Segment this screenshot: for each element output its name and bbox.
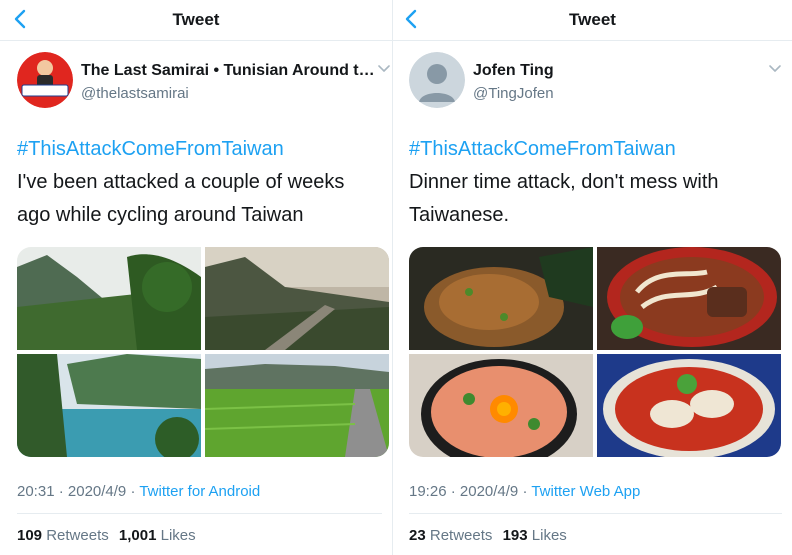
hashtag-link[interactable]: #ThisAttackComeFromTaiwan bbox=[409, 133, 779, 166]
meta-separator: · bbox=[446, 483, 460, 500]
photo-grid bbox=[409, 247, 781, 457]
photo-rice-paddies[interactable] bbox=[205, 354, 389, 457]
chevron-down-icon[interactable] bbox=[767, 62, 783, 74]
photo-grid bbox=[17, 247, 389, 457]
avatar[interactable] bbox=[17, 52, 73, 108]
likes-count-link[interactable]: 1,001 Likes bbox=[119, 527, 196, 544]
photo-mountain-sunset[interactable] bbox=[205, 247, 389, 350]
tweet-time[interactable]: 19:26 bbox=[409, 483, 447, 500]
photo-beef-noodle-soup[interactable] bbox=[597, 247, 781, 350]
tweet-text-block: #ThisAttackComeFromTaiwan Dinner time at… bbox=[409, 133, 779, 232]
likes-label: Likes bbox=[160, 527, 196, 544]
author-name[interactable]: The Last Samirai • Tunisian Around th... bbox=[81, 61, 377, 81]
retweets-count-link[interactable]: 109 Retweets bbox=[17, 527, 109, 544]
tweet-source-link[interactable]: Twitter Web App bbox=[531, 483, 640, 500]
divider bbox=[17, 513, 382, 514]
tweet-text: I've been attacked a couple of weeks ago… bbox=[17, 171, 345, 226]
divider bbox=[409, 513, 782, 514]
author-handle[interactable]: @thelastsamirai bbox=[81, 84, 378, 103]
tweet-text: Dinner time attack, don't mess with Taiw… bbox=[409, 171, 719, 226]
author-handle[interactable]: @TingJofen bbox=[473, 84, 778, 103]
page-title: Tweet bbox=[172, 10, 220, 29]
top-bar: Tweet bbox=[0, 0, 392, 41]
tweet-date[interactable]: 2020/4/9 bbox=[460, 483, 518, 500]
retweets-label: Retweets bbox=[46, 527, 109, 544]
meta-separator: · bbox=[54, 483, 68, 500]
default-avatar-icon[interactable] bbox=[409, 52, 465, 108]
retweets-count-link[interactable]: 23 Retweets bbox=[409, 527, 492, 544]
retweets-label: Retweets bbox=[429, 527, 493, 544]
photo-grilled-pork[interactable] bbox=[409, 247, 593, 350]
likes-label: Likes bbox=[531, 527, 567, 544]
hashtag-link[interactable]: #ThisAttackComeFromTaiwan bbox=[17, 133, 382, 166]
top-bar: Tweet bbox=[393, 0, 792, 41]
likes-count-link[interactable]: 193 Likes bbox=[503, 527, 567, 544]
author-block: Jofen Ting @TingJofen bbox=[473, 61, 778, 103]
meta-separator: · bbox=[518, 483, 532, 500]
retweets-count: 109 bbox=[17, 527, 43, 544]
photo-turquoise-bay[interactable] bbox=[17, 354, 201, 457]
tweet-time[interactable]: 20:31 bbox=[17, 483, 55, 500]
tweet-meta: 19:26 · 2020/4/9 · Twitter Web App bbox=[409, 483, 640, 500]
tweet-text-block: #ThisAttackComeFromTaiwan I've been atta… bbox=[17, 133, 382, 232]
photo-spicy-dumplings[interactable] bbox=[597, 354, 781, 457]
chevron-down-icon[interactable] bbox=[376, 62, 392, 74]
author-block: The Last Samirai • Tunisian Around th...… bbox=[81, 61, 378, 103]
tweet-stats: 23 Retweets 193 Likes bbox=[409, 527, 573, 544]
tweet-source-link[interactable]: Twitter for Android bbox=[139, 483, 260, 500]
tweet-date[interactable]: 2020/4/9 bbox=[68, 483, 126, 500]
likes-count: 1,001 bbox=[118, 527, 157, 544]
author-name[interactable]: Jofen Ting bbox=[473, 61, 769, 81]
tweet-meta: 20:31 · 2020/4/9 · Twitter for Android bbox=[17, 483, 260, 500]
photo-salmon-bowl[interactable] bbox=[409, 354, 593, 457]
meta-separator: · bbox=[126, 483, 140, 500]
photo-coastal-cliffs[interactable] bbox=[17, 247, 201, 350]
tweet-pane-right: Tweet Jofen Ting @TingJofen #ThisAttackC… bbox=[392, 0, 792, 555]
tweet-stats: 109 Retweets 1,001 Likes bbox=[17, 527, 202, 544]
page-title: Tweet bbox=[569, 10, 616, 29]
likes-count: 193 bbox=[502, 527, 528, 544]
tweet-pane-left: Tweet The Last Samirai • Tunisian Around… bbox=[0, 0, 392, 555]
retweets-count: 23 bbox=[409, 527, 426, 544]
